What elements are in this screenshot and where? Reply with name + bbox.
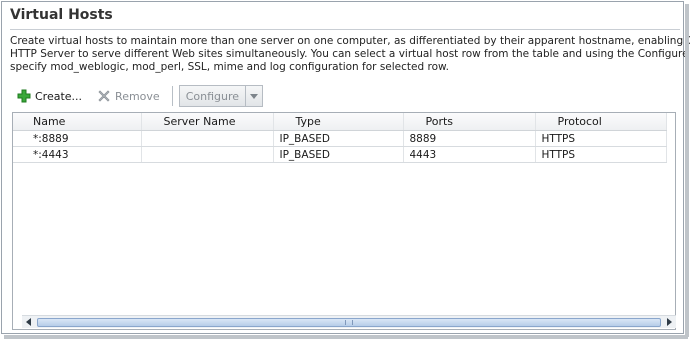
column-header-name[interactable]: Name: [13, 113, 142, 131]
cell-protocol: HTTPS: [535, 146, 667, 163]
column-header-protocol[interactable]: Protocol: [535, 113, 667, 131]
horizontal-scrollbar[interactable]: [22, 315, 676, 328]
cell-ports: 8889: [403, 130, 536, 147]
configure-menu-button[interactable]: Configure: [178, 85, 264, 107]
panel-description: Create virtual hosts to maintain more th…: [10, 35, 690, 74]
cell-type: IP_BASED: [273, 146, 404, 163]
virtual-hosts-panel: Virtual Hosts Create virtual hosts to ma…: [1, 1, 690, 334]
gray-x-icon: [96, 88, 112, 104]
remove-button[interactable]: Remove: [92, 85, 164, 107]
description-line: specify mod_weblogic, mod_perl, SSL, mim…: [10, 61, 449, 73]
table-header-row: Name Server Name Type Ports Protocol: [13, 113, 667, 131]
grip-icon: [345, 319, 353, 325]
chevron-down-icon[interactable]: [245, 86, 262, 106]
create-button[interactable]: Create...: [12, 85, 86, 107]
panel-shadow: [4, 335, 688, 339]
scrollbar-track[interactable]: [35, 317, 663, 328]
title-divider: [10, 29, 680, 30]
remove-label: Remove: [115, 89, 160, 103]
cell-name: *:4443: [13, 146, 142, 163]
column-header-type[interactable]: Type: [273, 113, 404, 131]
arrow-left-icon[interactable]: [22, 316, 35, 328]
cell-ports: 4443: [403, 146, 536, 163]
toolbar-separator: [171, 86, 173, 106]
description-line: Create virtual hosts to maintain more th…: [10, 35, 690, 47]
table-row[interactable]: *:4443 IP_BASED 4443 HTTPS: [13, 146, 667, 163]
arrow-right-icon[interactable]: [663, 316, 676, 328]
configure-label: Configure: [185, 89, 240, 103]
virtual-hosts-table: Name Server Name Type Ports Protocol *:8…: [12, 112, 676, 330]
cell-server-name: [141, 130, 274, 147]
toolbar: Create... Remove Configure: [12, 82, 676, 110]
cell-type: IP_BASED: [273, 130, 404, 147]
column-header-ports[interactable]: Ports: [403, 113, 536, 131]
scrollbar-thumb[interactable]: [37, 317, 661, 327]
cell-protocol: HTTPS: [535, 130, 667, 147]
green-plus-icon: [16, 88, 32, 104]
cell-server-name: [141, 146, 274, 163]
panel-title: Virtual Hosts: [10, 7, 113, 23]
create-label: Create...: [35, 89, 83, 103]
table-row[interactable]: *:8889 IP_BASED 8889 HTTPS: [13, 130, 667, 147]
panel-shadow: [685, 4, 689, 337]
column-header-server-name[interactable]: Server Name: [141, 113, 274, 131]
cell-name: *:8889: [13, 130, 142, 147]
description-line: HTTP Server to serve different Web sites…: [10, 48, 690, 60]
